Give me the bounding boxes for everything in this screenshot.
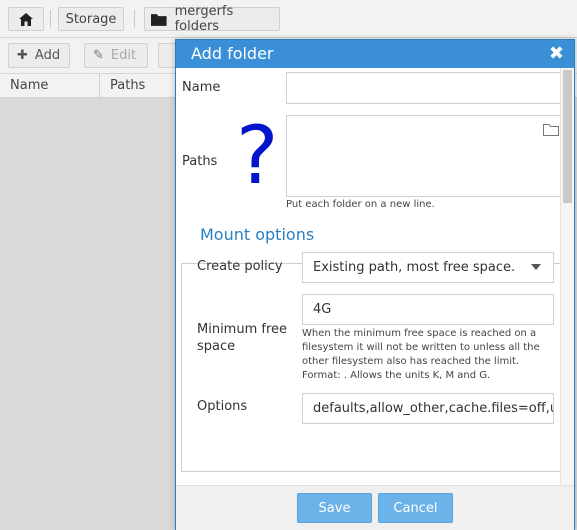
create-policy-label: Create policy [197,259,283,274]
add-button[interactable]: ✚ Add [8,43,70,68]
minimum-free-space-input[interactable]: 4G [302,294,554,325]
plus-icon: ✚ [17,48,28,63]
dialog-scrollbar[interactable] [560,68,574,485]
breadcrumb-separator [134,10,135,28]
scrollbar-thumb[interactable] [563,70,572,203]
cancel-button[interactable]: Cancel [378,493,453,523]
create-policy-select[interactable]: Existing path, most free space. [302,252,554,283]
pencil-icon: ✎ [93,48,104,63]
dialog-title: Add folder [191,44,274,63]
paths-hint: Put each folder on a new line. [286,199,435,210]
name-label: Name [182,80,221,95]
minimum-free-space-hint: When the minimum free space is reached o… [302,328,540,381]
column-separator [99,74,100,98]
paths-label: Paths [182,154,218,169]
edit-button-label: Edit [110,48,137,63]
column-header-name[interactable]: Name [10,78,48,93]
options-label: Options [197,399,248,414]
folder-browse-icon[interactable] [543,124,559,136]
question-mark-annotation: ? [236,109,279,202]
column-header-paths[interactable]: Paths [110,78,145,93]
breadcrumb-separator [50,10,51,28]
dialog-footer: Save Cancel [176,485,574,530]
add-folder-dialog: Add folder ✖ Name Paths ? Put each folde… [175,39,575,530]
chevron-down-icon [531,264,541,270]
breadcrumb-home[interactable] [8,7,44,31]
dialog-header: Add folder ✖ [176,40,574,68]
close-icon[interactable]: ✖ [549,43,564,64]
dialog-body: Name Paths ? Put each folder on a new li… [176,68,570,485]
options-input[interactable]: defaults,allow_other,cache.files=off,us [302,393,554,424]
folder-icon [151,13,167,26]
add-button-label: Add [34,48,61,63]
breadcrumb-storage[interactable]: Storage [58,7,124,31]
name-input[interactable] [286,72,570,104]
save-button[interactable]: Save [297,493,372,523]
breadcrumb-mergerfs-label: mergerfs folders [174,4,234,34]
mount-options-legend: Mount options [196,225,319,244]
create-policy-value: Existing path, most free space. [313,260,516,275]
breadcrumb-bar: Storage mergerfs folders [0,0,577,38]
paths-textarea[interactable] [286,115,570,197]
home-icon [19,12,33,26]
breadcrumb-storage-label: Storage [65,11,117,27]
edit-button[interactable]: ✎ Edit [84,43,148,68]
minimum-free-space-label: Minimum free space [197,322,288,354]
breadcrumb-mergerfs[interactable]: mergerfs folders [144,4,280,34]
